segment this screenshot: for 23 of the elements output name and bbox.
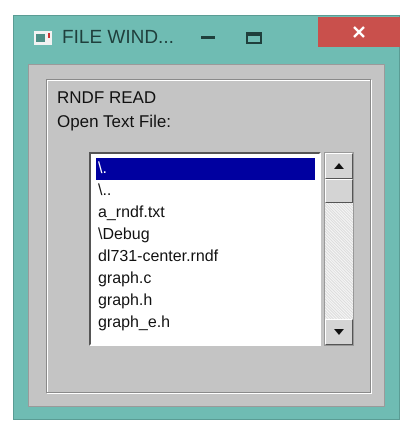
minimize-icon bbox=[200, 36, 215, 40]
file-list-item[interactable]: \. bbox=[96, 158, 315, 180]
close-button[interactable] bbox=[318, 17, 400, 47]
file-list-item[interactable]: graph_e.h bbox=[96, 312, 315, 334]
scroll-thumb[interactable] bbox=[325, 179, 353, 203]
file-list-item[interactable]: \.. bbox=[96, 180, 315, 202]
label-text: Open Text File: bbox=[57, 111, 172, 133]
scrollbar[interactable] bbox=[324, 152, 354, 346]
scroll-up-button[interactable] bbox=[325, 153, 353, 179]
window-icon bbox=[34, 31, 52, 45]
file-list[interactable]: \. \.. a_rndf.txt \Debug dl731-center.rndf graph.c graph.h graph_e.h bbox=[89, 152, 321, 346]
file-list-item[interactable]: \Debug bbox=[96, 224, 315, 246]
file-list-item[interactable]: graph.c bbox=[96, 268, 315, 290]
window-title: FILE WIND... bbox=[62, 27, 174, 49]
maximize-icon bbox=[246, 32, 262, 44]
up-arrow-icon bbox=[334, 163, 344, 169]
down-arrow-icon bbox=[334, 329, 344, 335]
file-list-item[interactable]: a_rndf.txt bbox=[96, 202, 315, 224]
close-icon bbox=[353, 26, 365, 38]
scroll-down-button[interactable] bbox=[325, 319, 353, 345]
label-text: RNDF READ bbox=[57, 87, 158, 109]
file-list-item[interactable]: dl731-center.rndf bbox=[96, 246, 315, 268]
file-list-item[interactable]: graph.h bbox=[96, 290, 315, 312]
